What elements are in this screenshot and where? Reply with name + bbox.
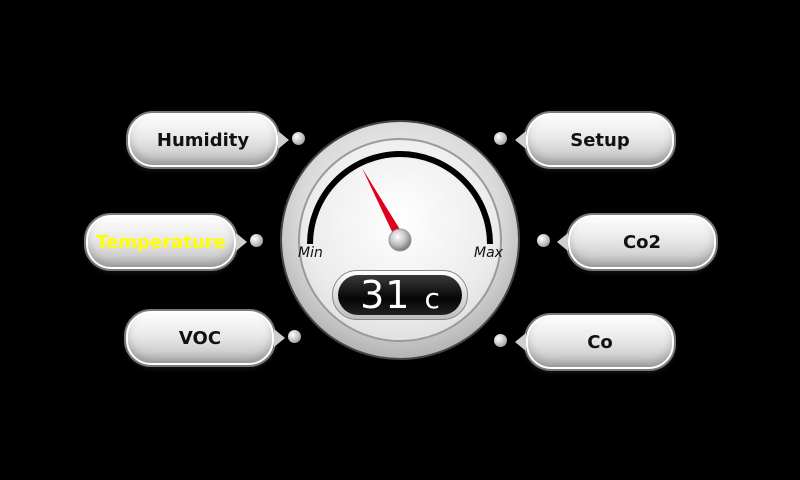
voc-label: VOC	[178, 327, 222, 349]
co2-label: Co2	[622, 231, 662, 253]
gauge-dial	[307, 151, 493, 252]
co2-indicator-dot	[537, 234, 550, 247]
voc-button[interactable]: VOC	[124, 309, 285, 367]
humidity-label: Humidity	[156, 129, 250, 151]
value-readout: 31 c	[338, 273, 462, 317]
co-button[interactable]: Co	[515, 313, 676, 371]
pointer-left-icon	[557, 233, 568, 251]
gauge-min-label: Min	[298, 245, 323, 261]
readout-unit: c	[424, 281, 440, 315]
co2-button[interactable]: Co2	[557, 213, 718, 271]
co-label: Co	[587, 331, 613, 353]
temperature-label: Temperature	[96, 231, 226, 253]
pointer-right-icon	[236, 233, 247, 251]
setup-button[interactable]: Setup	[515, 111, 676, 169]
gauge-hub	[388, 228, 412, 252]
humidity-button[interactable]: Humidity	[126, 111, 289, 169]
temperature-button[interactable]: Temperature	[84, 213, 247, 271]
readout-value: 31	[360, 273, 411, 317]
temperature-indicator-dot	[250, 234, 263, 247]
setup-label: Setup	[570, 129, 630, 151]
gauge-max-label: Max	[474, 245, 503, 261]
